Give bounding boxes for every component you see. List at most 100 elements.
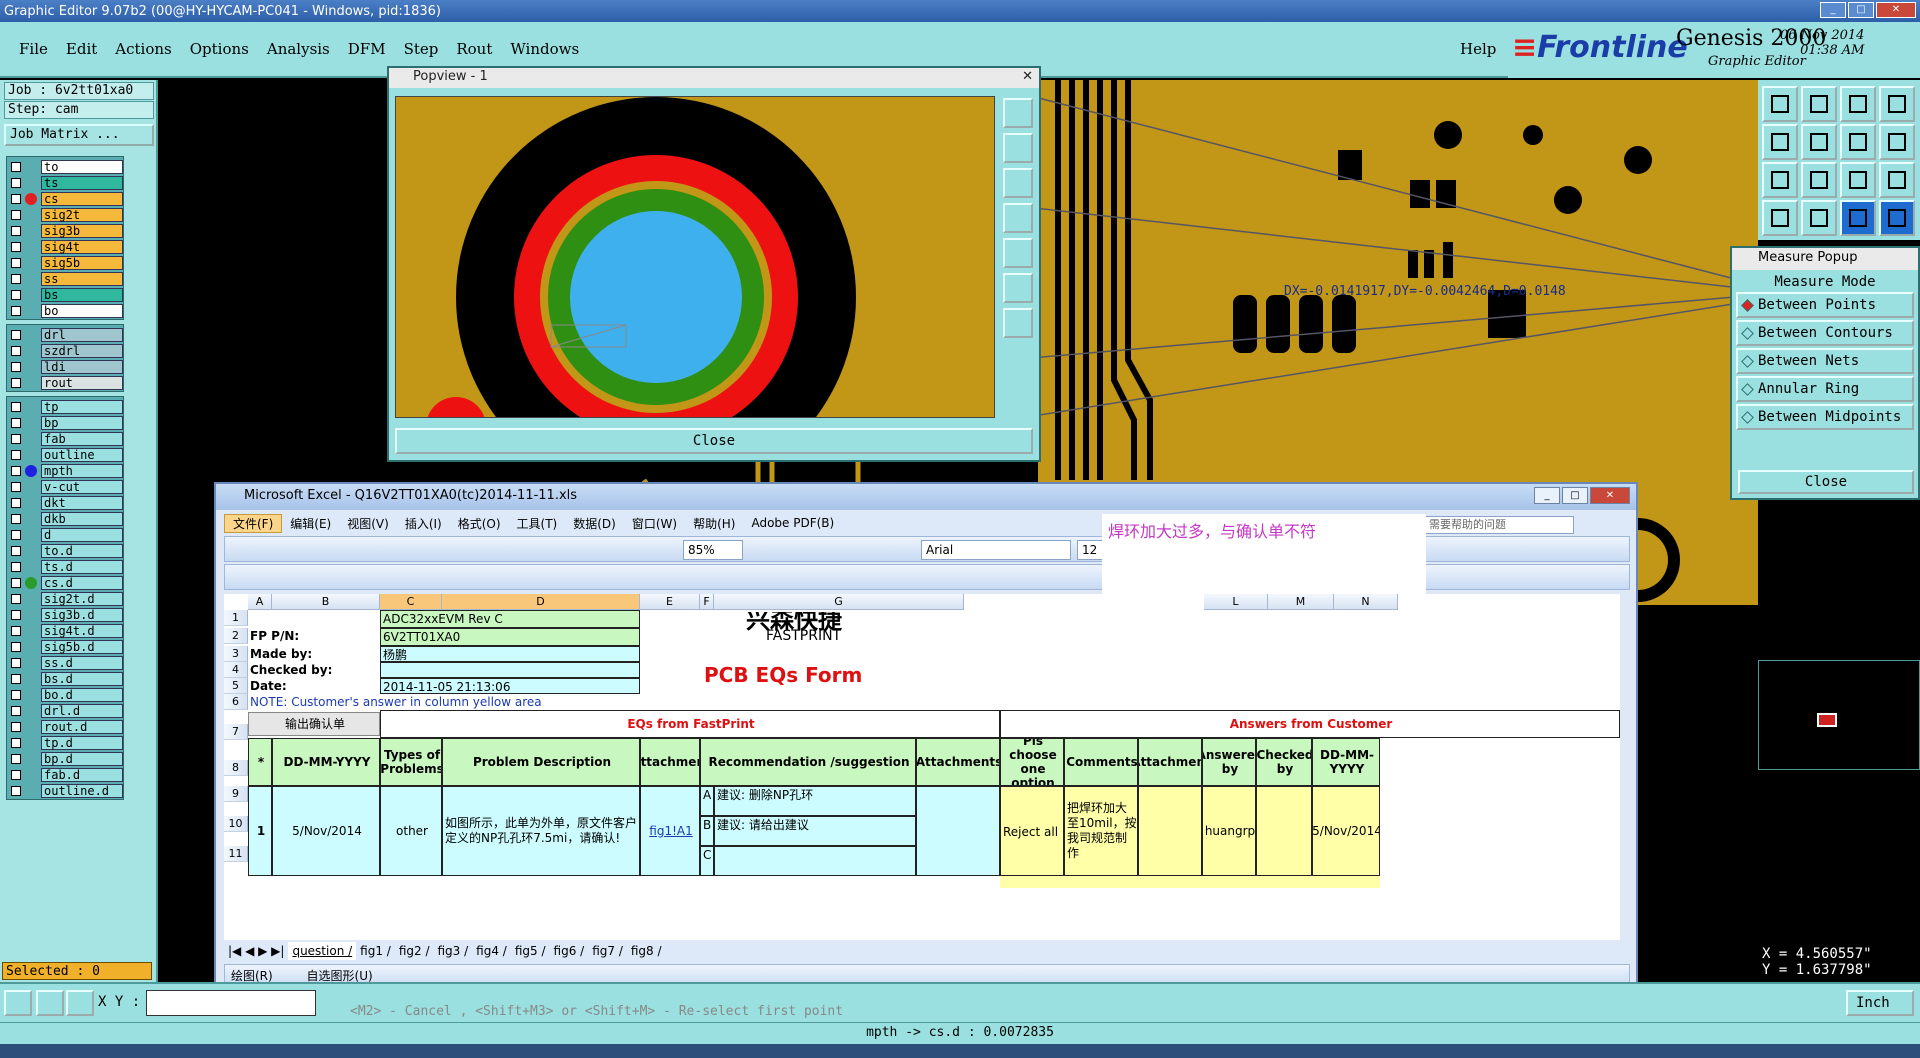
column-header[interactable]: N (1334, 594, 1398, 610)
layer-row[interactable]: rout.d (7, 719, 123, 735)
tab-nav-buttons[interactable]: |◀ ◀ ▶ ▶| (224, 942, 288, 960)
customer-comment[interactable]: 把焊环加大至10mil，按我司规范制作 (1064, 786, 1138, 876)
layer-checkbox[interactable] (11, 482, 21, 492)
sheet-tab[interactable]: fig1 / (356, 942, 395, 960)
overview-map[interactable] (1758, 660, 1920, 770)
layer-checkbox[interactable] (11, 626, 21, 636)
checked-label[interactable]: Checked by: (248, 662, 380, 678)
layer-checkbox[interactable] (11, 658, 21, 668)
tool-button[interactable] (1879, 86, 1915, 122)
column-title[interactable]: Answered by (1202, 738, 1256, 786)
layer-name[interactable]: sig2t (41, 208, 123, 222)
tool-button[interactable] (1801, 124, 1837, 160)
row-header[interactable]: 6 (224, 694, 248, 710)
column-title[interactable]: DD-MM-YYYY (272, 738, 380, 786)
column-title[interactable]: Attachment (1138, 738, 1202, 786)
tool-button[interactable] (1762, 86, 1798, 122)
layer-name[interactable]: bo (41, 304, 123, 318)
excel-menu-item[interactable]: 插入(I) (397, 515, 450, 532)
layer-checkbox[interactable] (11, 210, 21, 220)
layer-name[interactable]: drl.d (41, 704, 123, 718)
popview-zoom-view[interactable] (395, 96, 995, 418)
column-title[interactable]: * (248, 738, 272, 786)
tool-button[interactable] (1879, 200, 1915, 236)
job-matrix-button[interactable]: Job Matrix ... (4, 124, 154, 146)
row-header[interactable]: 7 (224, 724, 248, 740)
layer-name[interactable]: bo.d (41, 688, 123, 702)
layer-name[interactable]: bs (41, 288, 123, 302)
layer-name[interactable]: drl (41, 328, 123, 342)
row-header[interactable]: 4 (224, 662, 248, 678)
layer-name[interactable]: fab (41, 432, 123, 446)
layer-row[interactable]: outline.d (7, 783, 123, 799)
column-title[interactable]: Pls choose one option (1000, 738, 1064, 786)
measure-option[interactable]: Between Midpoints (1736, 404, 1914, 430)
layer-name[interactable]: dkt (41, 496, 123, 510)
layer-name[interactable]: sig4t (41, 240, 123, 254)
layer-checkbox[interactable] (11, 514, 21, 524)
fp-value-cell[interactable]: 6V2TT01XA0 (380, 628, 640, 646)
note-text[interactable]: NOTE: Customer's answer in column yellow… (248, 694, 748, 710)
layer-row[interactable]: sig3b.d (7, 607, 123, 623)
layer-row[interactable]: ts.d (7, 559, 123, 575)
layer-row[interactable]: fab (7, 431, 123, 447)
section-fastprint[interactable]: EQs from FastPrint (380, 710, 1000, 738)
excel-menu-item[interactable]: 文件(F) (224, 513, 283, 533)
popview-tool-button[interactable] (1003, 238, 1033, 268)
layer-row[interactable]: mpth (7, 463, 123, 479)
tool-button[interactable] (1840, 200, 1876, 236)
layer-checkbox[interactable] (11, 362, 21, 372)
tool-button[interactable] (1762, 200, 1798, 236)
layer-row[interactable]: v-cut (7, 479, 123, 495)
tool-button[interactable] (1762, 124, 1798, 160)
layer-checkbox[interactable] (11, 706, 21, 716)
excel-menu-item[interactable]: 窗口(W) (624, 515, 685, 532)
layer-checkbox[interactable] (11, 546, 21, 556)
layer-checkbox[interactable] (11, 290, 21, 300)
layer-row[interactable]: cs.d (7, 575, 123, 591)
layer-checkbox[interactable] (11, 674, 21, 684)
excel-menu-item[interactable]: 格式(O) (450, 515, 509, 532)
excel-minimize-button[interactable]: _ (1534, 487, 1560, 504)
row-header[interactable]: 10 (224, 816, 248, 832)
excel-help-search[interactable]: 需要帮助的问题 (1424, 516, 1574, 534)
layer-row[interactable]: tp (7, 399, 123, 415)
choice-cell[interactable]: Reject all (1000, 786, 1064, 876)
fp-label[interactable]: FP P/N: (248, 628, 380, 646)
layer-name[interactable]: dkb (41, 512, 123, 526)
problem-type[interactable]: other (380, 786, 442, 876)
made-value-cell[interactable]: 杨鹏 (380, 646, 640, 662)
layer-row[interactable]: bo.d (7, 687, 123, 703)
row-number[interactable]: 1 (248, 786, 272, 876)
sheet-tab[interactable]: question / (288, 942, 357, 960)
layer-name[interactable]: sig3b (41, 224, 123, 238)
column-title[interactable]: Problem Description (442, 738, 640, 786)
layer-name[interactable]: sig2t.d (41, 592, 123, 606)
layer-row[interactable]: sig3b (7, 223, 123, 239)
tool-button[interactable] (1840, 86, 1876, 122)
layer-name[interactable]: sig4t.d (41, 624, 123, 638)
menu-actions[interactable]: Actions (106, 38, 180, 60)
layer-row[interactable]: ss (7, 271, 123, 287)
attachments-cell[interactable] (916, 786, 1000, 876)
layer-name[interactable]: ts.d (41, 560, 123, 574)
layer-checkbox[interactable] (11, 530, 21, 540)
layer-checkbox[interactable] (11, 274, 21, 284)
layer-checkbox[interactable] (11, 738, 21, 748)
popview-tool-button[interactable] (1003, 308, 1033, 338)
layer-row[interactable]: szdrl (7, 343, 123, 359)
column-title[interactable]: Attachments (916, 738, 1000, 786)
checked-value-cell[interactable] (380, 662, 640, 678)
layer-row[interactable]: ts (7, 175, 123, 191)
layer-row[interactable]: sig4t.d (7, 623, 123, 639)
layer-row[interactable]: sig5b (7, 255, 123, 271)
worksheet-grid[interactable]: A B C D E F G L M N 1 2 3 4 5 6 7 8 9 10 11 ADC32xxEVM Rev CF… (224, 594, 1620, 940)
layer-row[interactable]: ss.d (7, 655, 123, 671)
minimize-button[interactable]: _ (1820, 2, 1846, 18)
problem-description[interactable]: 如图所示，此单为外单，原文件客户定义的NP孔孔环7.5mi，请确认! (442, 786, 640, 876)
layer-name[interactable]: sig3b.d (41, 608, 123, 622)
row-header[interactable]: 9 (224, 786, 248, 802)
menu-analysis[interactable]: Analysis (258, 38, 339, 60)
menu-options[interactable]: Options (181, 38, 258, 60)
row-header[interactable]: 2 (224, 628, 248, 644)
